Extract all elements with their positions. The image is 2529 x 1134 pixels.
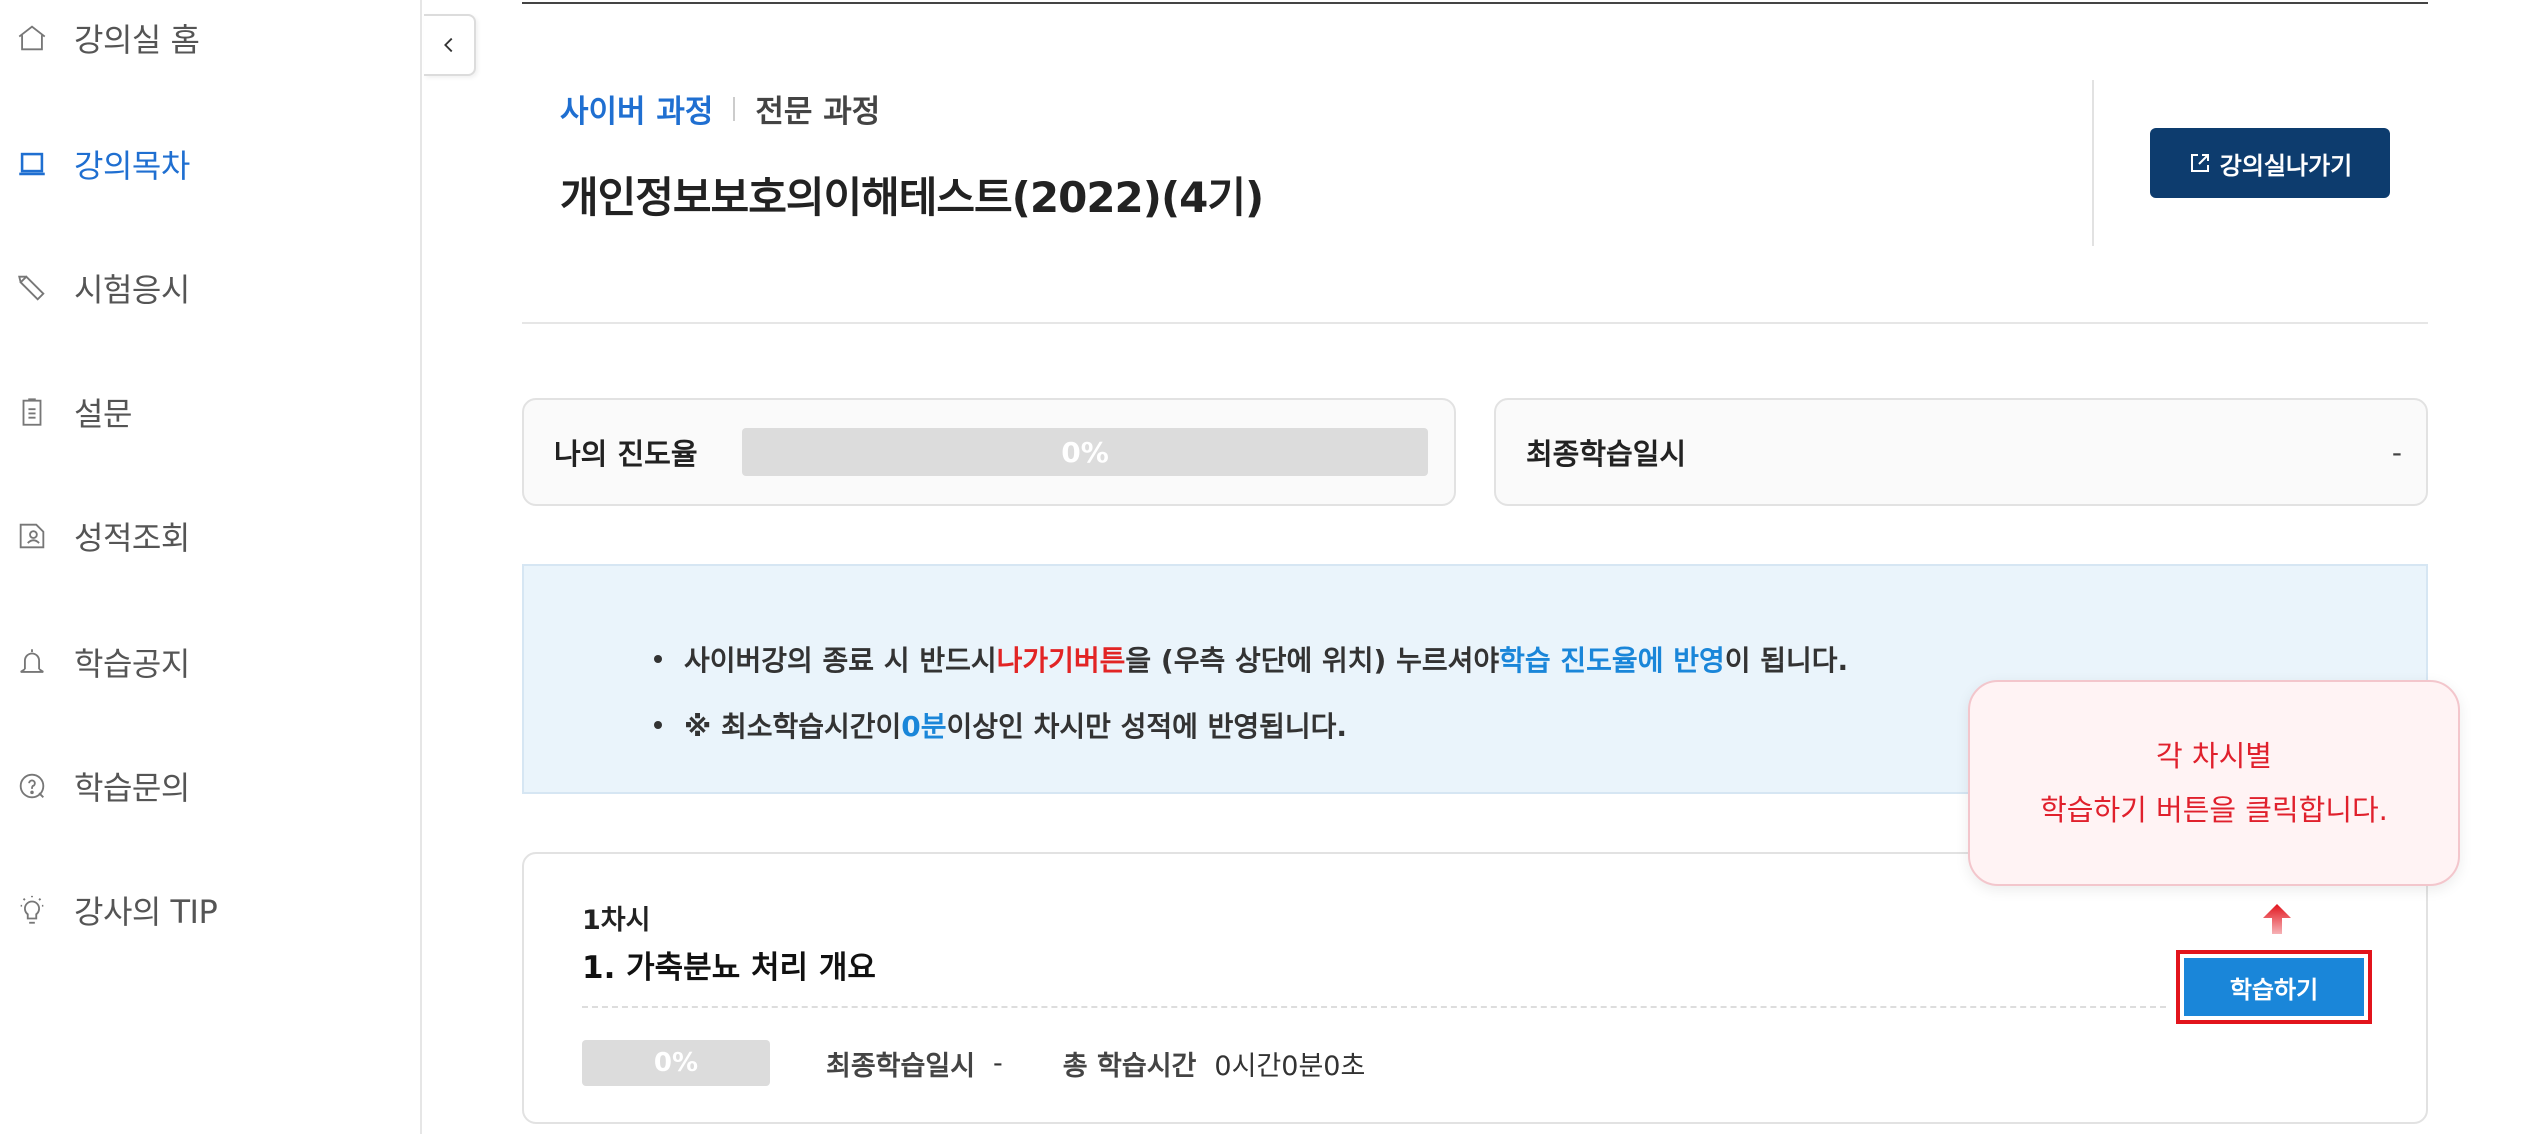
book-icon: [12, 144, 52, 184]
top-divider: [522, 2, 2428, 4]
sidebar-item-inquiry[interactable]: 학습문의: [12, 756, 190, 816]
last-study-label: 최종학습일시: [1526, 437, 1687, 471]
notice-line-2: ※ 최소학습시간이 0분 이상인 차시만 성적에 반영됩니다.: [654, 692, 1848, 758]
tooltip-line-2: 학습하기 버튼을 클릭합니다.: [2040, 793, 2388, 827]
breadcrumb: 사이버 과정 전문 과정: [560, 86, 880, 131]
sidebar-item-label: 성적조회: [74, 519, 190, 557]
sidebar-item-instructor-tip[interactable]: 강사의 TIP: [12, 880, 218, 940]
clipboard-icon: [12, 392, 52, 432]
report-icon: [12, 516, 52, 556]
notice-text: 사이버강의 종료 시 반드시: [684, 644, 997, 677]
sidebar-item-label: 강의실 홈: [74, 21, 200, 59]
notice-highlight-progress: 학습 진도율에 반영: [1499, 644, 1725, 677]
sidebar-item-lecture-contents[interactable]: 강의목차: [12, 134, 190, 194]
my-progress-box: 나의 진도율 0%: [522, 398, 1456, 506]
notice-text: 을 (우측 상단에 위치) 누르셔야: [1125, 644, 1500, 677]
lesson-progress-value: 0%: [653, 1048, 699, 1078]
study-button-label: 학습하기: [2184, 958, 2364, 1016]
sidebar-item-label: 시험응시: [74, 271, 190, 309]
sidebar: 강의실 홈 강의목차 시험응시 설문 성적조회 학습공지 학습문의 강사의 TI…: [0, 0, 422, 1134]
sidebar-item-label: 강사의 TIP: [74, 893, 218, 931]
exit-classroom-label: 강의실나가기: [2219, 151, 2353, 180]
arrow-up-icon: [2263, 904, 2291, 934]
notice-text: 이상인 차시만 성적에 반영됩니다.: [946, 710, 1348, 743]
sidebar-item-survey[interactable]: 설문: [12, 382, 132, 442]
question-icon: [12, 766, 52, 806]
breadcrumb-primary: 사이버 과정: [560, 94, 714, 130]
last-study-value: -: [2391, 435, 2402, 469]
external-link-icon: [2190, 154, 2209, 172]
bullet-icon: [654, 721, 662, 729]
notice-text: 이 됩니다.: [1724, 644, 1849, 677]
lesson-progress-bar: 0%: [582, 1040, 770, 1086]
exit-classroom-button[interactable]: 강의실나가기: [2150, 128, 2390, 198]
header-divider: [522, 322, 2428, 324]
lightbulb-icon: [12, 890, 52, 930]
sidebar-item-exam[interactable]: 시험응시: [12, 258, 190, 318]
tooltip-line-1: 각 차시별: [2156, 739, 2272, 773]
bullet-icon: [654, 655, 662, 663]
header-vertical-divider: [2092, 80, 2094, 246]
sidebar-item-notice[interactable]: 학습공지: [12, 632, 190, 692]
lesson-total-time-label: 총 학습시간: [1062, 1050, 1197, 1082]
page-title: 개인정보보호의이해테스트(2022)(4기): [560, 173, 1264, 222]
sidebar-collapse-button[interactable]: [424, 14, 476, 76]
breadcrumb-separator: [733, 96, 736, 121]
study-button[interactable]: 학습하기: [2176, 950, 2372, 1024]
sidebar-item-label: 강의목차: [74, 147, 190, 185]
lesson-meta: 최종학습일시 - 총 학습시간 0시간0분0초: [826, 1040, 1365, 1086]
pencil-icon: [12, 268, 52, 308]
lesson-last-study-value: -: [993, 1047, 1003, 1079]
my-progress-label: 나의 진도율: [554, 437, 698, 471]
guide-tooltip: 각 차시별 학습하기 버튼을 클릭합니다.: [1968, 680, 2460, 886]
notice-highlight-exit: 나가기버튼: [996, 644, 1126, 677]
lesson-session: 1차시: [582, 905, 651, 936]
sidebar-item-classroom-home[interactable]: 강의실 홈: [12, 8, 200, 68]
lesson-title: 1. 가축분뇨 처리 개요: [582, 950, 876, 986]
notice-text: ※ 최소학습시간이: [684, 710, 902, 743]
breadcrumb-secondary: 전문 과정: [755, 94, 881, 130]
home-icon: [12, 18, 52, 58]
notice-line-1: 사이버강의 종료 시 반드시 나가기버튼 을 (우측 상단에 위치) 누르셔야 학…: [654, 626, 1848, 692]
sidebar-item-grades[interactable]: 성적조회: [12, 506, 190, 566]
lesson-divider: [582, 1006, 2166, 1008]
my-progress-value: 0%: [1061, 435, 1109, 469]
lesson-total-time-value: 0시간0분0초: [1214, 1050, 1366, 1082]
sidebar-item-label: 설문: [74, 395, 132, 433]
my-progress-bar: 0%: [742, 428, 1428, 476]
lesson-card: 1차시 1. 가축분뇨 처리 개요 0% 최종학습일시 - 총 학습시간 0시간…: [522, 852, 2428, 1124]
sidebar-item-label: 학습문의: [74, 769, 190, 807]
last-study-box: 최종학습일시 -: [1494, 398, 2428, 506]
notice-highlight-min-time: 0분: [901, 710, 947, 743]
bell-icon: [12, 642, 52, 682]
lesson-last-study-label: 최종학습일시: [826, 1050, 976, 1082]
sidebar-item-label: 학습공지: [74, 645, 190, 683]
chevron-left-icon: [444, 37, 453, 53]
